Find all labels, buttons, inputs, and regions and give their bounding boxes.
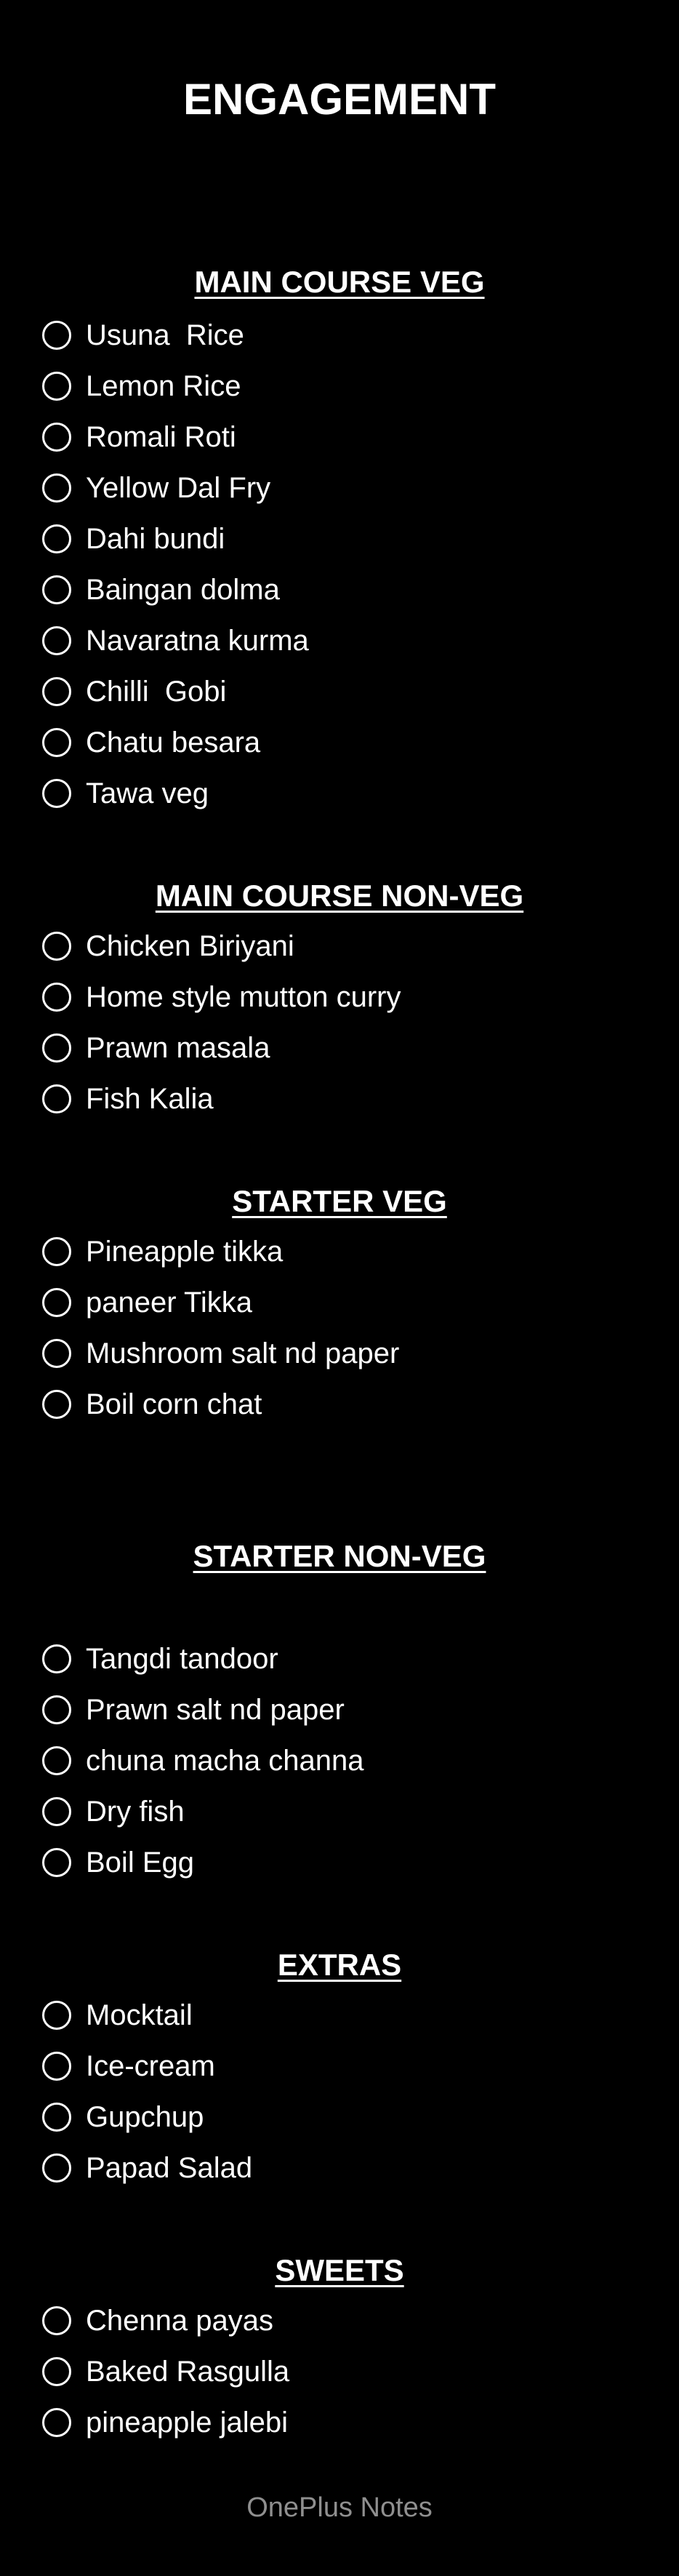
checklist-item-label: Boil Egg — [86, 1847, 194, 1879]
app-footer-label: OnePlus Notes — [246, 2492, 433, 2523]
checklist-item[interactable]: Chilli Gobi — [42, 666, 226, 717]
checklist-item-label: Ice-cream — [86, 2050, 215, 2082]
checkbox-circle-icon[interactable] — [42, 1288, 71, 1317]
checklist-item-label: Chicken Biriyani — [86, 930, 294, 962]
checklist-item-label: pineapple jalebi — [86, 2407, 289, 2439]
checklist-item-label: chuna macha channa — [86, 1745, 364, 1777]
checklist-item[interactable]: Baked Rasgulla — [42, 2346, 289, 2397]
checklist-item-label: Lemon Rice — [86, 370, 241, 402]
checkbox-circle-icon[interactable] — [42, 677, 71, 706]
checklist-item-label: Fish Kalia — [86, 1083, 214, 1115]
checklist-item-label: Chilli Gobi — [86, 676, 227, 708]
checklist-item[interactable]: Dahi bundi — [42, 513, 225, 564]
checkbox-circle-icon[interactable] — [42, 1339, 71, 1368]
checklist-item[interactable]: Boil Egg — [42, 1837, 194, 1888]
section-heading-sweets: SWEETS — [275, 2253, 404, 2287]
checklist-item[interactable]: Romali Roti — [42, 412, 236, 463]
checkbox-circle-icon[interactable] — [42, 524, 71, 553]
checkbox-circle-icon[interactable] — [42, 1237, 71, 1266]
checkbox-circle-icon[interactable] — [42, 1644, 71, 1673]
checklist-item-label: Prawn masala — [86, 1032, 270, 1064]
note-page: ENGAGEMENT MAIN COURSE VEG Usuna Rice Le… — [0, 0, 679, 2576]
checklist-item[interactable]: Chenna payas — [42, 2295, 273, 2346]
section-heading-extras: EXTRAS — [277, 1948, 402, 1982]
checklist-item-label: Chenna payas — [86, 2305, 273, 2337]
checklist-item[interactable]: Mushroom salt nd paper — [42, 1328, 399, 1379]
checklist-item[interactable]: Chicken Biriyani — [42, 921, 294, 972]
checklist-item-label: Pineapple tikka — [86, 1236, 284, 1268]
checklist-item[interactable]: Prawn masala — [42, 1023, 270, 1073]
checklist-item[interactable]: Lemon Rice — [42, 361, 241, 412]
checkbox-circle-icon[interactable] — [42, 1746, 71, 1775]
checklist-item[interactable]: Chatu besara — [42, 717, 260, 768]
checklist-item[interactable]: Dry fish — [42, 1786, 185, 1837]
checkbox-circle-icon[interactable] — [42, 2052, 71, 2081]
note-title: ENGAGEMENT — [182, 75, 497, 124]
checklist-item-label: Boil corn chat — [86, 1388, 262, 1420]
checkbox-circle-icon[interactable] — [42, 1695, 71, 1724]
checklist-item-label: Tawa veg — [86, 777, 209, 809]
checklist-item[interactable]: Boil corn chat — [42, 1379, 262, 1430]
checklist-item-label: Baingan dolma — [86, 574, 280, 606]
checklist-item-label: Yellow Dal Fry — [86, 472, 271, 504]
checklist-item-label: Home style mutton curry — [86, 981, 401, 1013]
section-heading-starter-veg: STARTER VEG — [232, 1184, 447, 1218]
checkbox-circle-icon[interactable] — [42, 473, 71, 503]
checklist-item-label: Papad Salad — [86, 2152, 253, 2184]
checkbox-circle-icon[interactable] — [42, 932, 71, 961]
checklist-item[interactable]: Prawn salt nd paper — [42, 1684, 345, 1735]
checkbox-circle-icon[interactable] — [42, 983, 71, 1012]
checklist-item[interactable]: Usuna Rice — [42, 310, 244, 361]
checkbox-circle-icon[interactable] — [42, 728, 71, 757]
checklist-item[interactable]: Baingan dolma — [42, 564, 280, 615]
checklist-item-label: Prawn salt nd paper — [86, 1694, 345, 1726]
checklist-item-label: Baked Rasgulla — [86, 2356, 290, 2388]
checklist-item-label: Mocktail — [86, 1999, 193, 2031]
checkbox-circle-icon[interactable] — [42, 1797, 71, 1826]
checkbox-circle-icon[interactable] — [42, 2306, 71, 2335]
checklist-item[interactable]: Ice-cream — [42, 2041, 215, 2092]
checklist-item[interactable]: Tangdi tandoor — [42, 1633, 278, 1684]
checkbox-circle-icon[interactable] — [42, 423, 71, 452]
checklist-item-label: Dahi bundi — [86, 523, 225, 555]
checkbox-circle-icon[interactable] — [42, 2103, 71, 2132]
checklist-item[interactable]: chuna macha channa — [42, 1735, 364, 1786]
checkbox-circle-icon[interactable] — [42, 1390, 71, 1419]
checkbox-circle-icon[interactable] — [42, 2357, 71, 2386]
checklist-item[interactable]: pineapple jalebi — [42, 2397, 288, 2448]
checklist-item[interactable]: Tawa veg — [42, 768, 209, 819]
checkbox-circle-icon[interactable] — [42, 372, 71, 401]
checkbox-circle-icon[interactable] — [42, 575, 71, 604]
checklist-item-label: Gupchup — [86, 2101, 204, 2133]
checklist-item-label: paneer Tikka — [86, 1287, 253, 1319]
checkbox-circle-icon[interactable] — [42, 321, 71, 350]
checklist-item[interactable]: Yellow Dal Fry — [42, 463, 270, 513]
checklist-item[interactable]: Papad Salad — [42, 2143, 252, 2193]
checklist-item-label: Tangdi tandoor — [86, 1643, 278, 1675]
checklist-item[interactable]: Gupchup — [42, 2092, 204, 2143]
checklist-item-label: Navaratna kurma — [86, 625, 309, 657]
checklist-item[interactable]: Pineapple tikka — [42, 1226, 283, 1277]
checkbox-circle-icon[interactable] — [42, 779, 71, 808]
section-heading-main-course-non-veg: MAIN COURSE NON-VEG — [155, 879, 524, 913]
checklist-item-label: Usuna Rice — [86, 319, 244, 351]
checklist-item-label: Romali Roti — [86, 421, 236, 453]
section-heading-main-course-veg: MAIN COURSE VEG — [194, 265, 485, 299]
checkbox-circle-icon[interactable] — [42, 1084, 71, 1113]
checkbox-circle-icon[interactable] — [42, 626, 71, 655]
checkbox-circle-icon[interactable] — [42, 2153, 71, 2183]
checkbox-circle-icon[interactable] — [42, 1033, 71, 1063]
checklist-item-label: Mushroom salt nd paper — [86, 1337, 400, 1369]
checkbox-circle-icon[interactable] — [42, 1848, 71, 1877]
checklist-item-label: Dry fish — [86, 1796, 185, 1828]
checkbox-circle-icon[interactable] — [42, 2408, 71, 2437]
checklist-item[interactable]: paneer Tikka — [42, 1277, 252, 1328]
section-heading-starter-non-veg: STARTER NON-VEG — [193, 1539, 486, 1573]
checkbox-circle-icon[interactable] — [42, 2001, 71, 2030]
checklist-item[interactable]: Mocktail — [42, 1990, 193, 2041]
checklist-item[interactable]: Navaratna kurma — [42, 615, 309, 666]
checklist-item[interactable]: Home style mutton curry — [42, 972, 401, 1023]
checklist-item-label: Chatu besara — [86, 727, 261, 759]
checklist-item[interactable]: Fish Kalia — [42, 1073, 214, 1124]
